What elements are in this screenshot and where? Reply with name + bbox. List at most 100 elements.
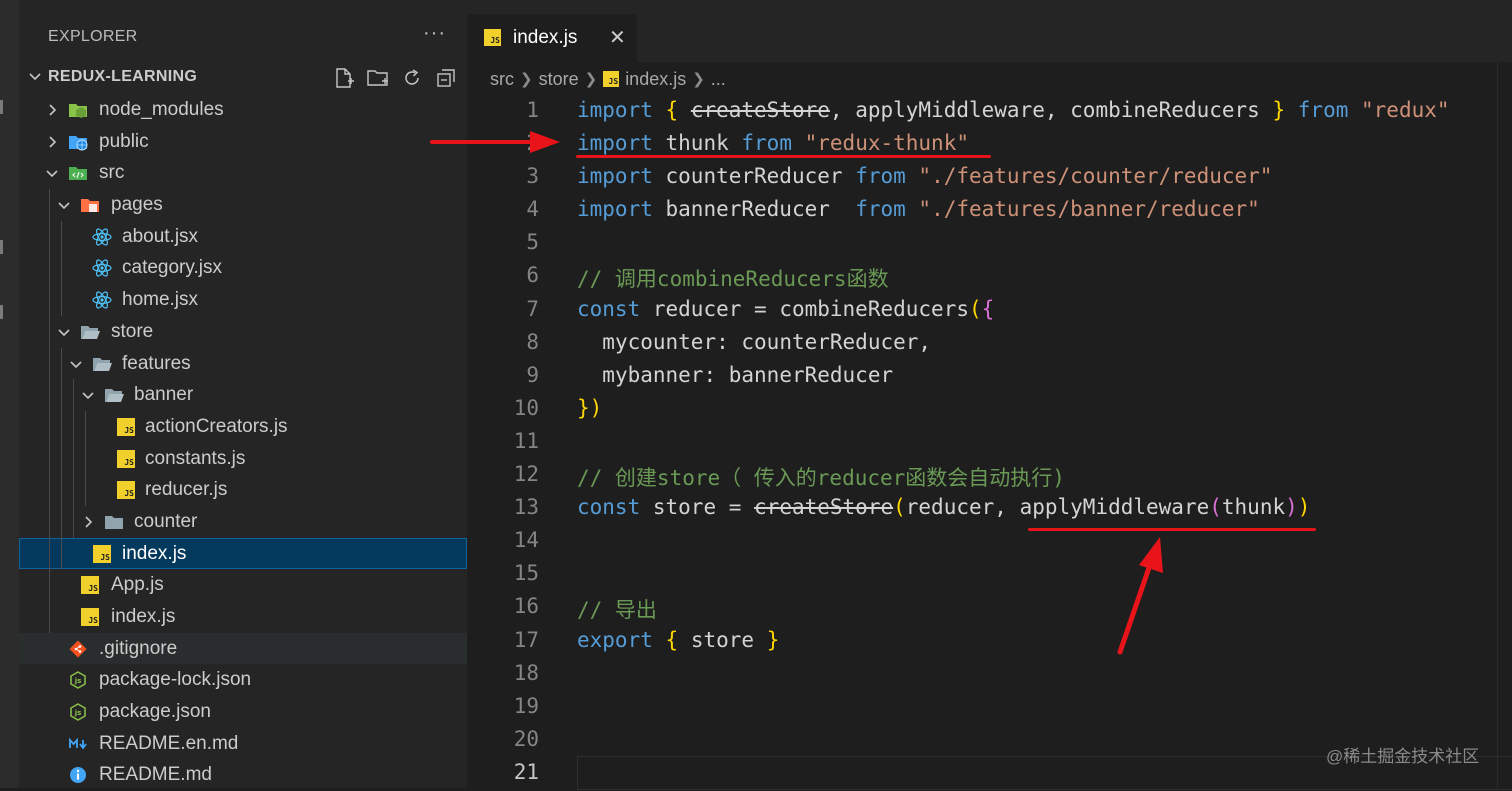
nodejs-icon: js: [69, 703, 87, 721]
tree-item-pages[interactable]: pages: [19, 189, 467, 221]
tree-item-package-lock-json[interactable]: js package-lock.json: [19, 664, 467, 696]
tree-item-package-json[interactable]: js package.json: [19, 696, 467, 728]
new-file-icon[interactable]: [331, 66, 357, 90]
tree-item-label: .gitignore: [99, 637, 178, 659]
code-line[interactable]: 7 const reducer = combineReducers({: [467, 293, 1512, 326]
tree-item-reducer-js[interactable]: JS reducer.js: [19, 474, 467, 506]
indent-guide: [61, 442, 62, 475]
react-icon: [92, 259, 112, 278]
tree-item-node-modules[interactable]: node_modules: [19, 94, 467, 126]
js-icon: JS: [117, 417, 135, 436]
tree-item-label: pages: [111, 194, 163, 216]
line-number: 9: [526, 362, 539, 387]
code-line[interactable]: 6 // 调用combineReducers函数: [467, 259, 1512, 292]
code-line[interactable]: 9 mybanner: bannerReducer: [467, 359, 1512, 392]
tree-item-about-jsx[interactable]: about.jsx: [19, 220, 467, 253]
tree-item-label: App.js: [111, 574, 164, 596]
more-actions-icon[interactable]: ···: [423, 22, 446, 45]
code-line[interactable]: 5: [467, 226, 1512, 259]
tree-item-src[interactable]: src: [19, 157, 467, 189]
tree-item-store[interactable]: store: [19, 315, 467, 348]
editor-scrollbar[interactable]: [1497, 62, 1512, 788]
code-line[interactable]: 11: [467, 425, 1512, 458]
explorer-sidebar: EXPLORER ··· REDUX-LEARNING node_modules…: [19, 0, 467, 788]
indent-guide: [61, 505, 62, 538]
tree-item-app-js[interactable]: JS App.js: [19, 569, 467, 601]
indent-guide: [61, 474, 62, 506]
code-line[interactable]: 13 const store = createStore(reducer, app…: [467, 491, 1512, 524]
code-text: import bannerReducer from "./features/ba…: [577, 197, 1260, 222]
code-text: mybanner: bannerReducer: [602, 362, 894, 387]
breadcrumb-item[interactable]: store: [539, 69, 579, 90]
code-line[interactable]: 3 import counterReducer from "./features/…: [467, 160, 1512, 193]
line-number: 3: [526, 164, 539, 189]
indent-guide: [49, 505, 50, 538]
tree-item-category-jsx[interactable]: category.jsx: [19, 252, 467, 285]
code-line[interactable]: 1 import { createStore, applyMiddleware, …: [467, 94, 1512, 127]
close-icon[interactable]: ✕: [609, 25, 626, 50]
chevron-right-icon: ❯: [692, 71, 705, 88]
new-folder-icon[interactable]: [365, 66, 391, 90]
line-number: 10: [513, 395, 539, 420]
tree-item-gitignore[interactable]: .gitignore: [19, 632, 467, 665]
breadcrumb-item[interactable]: src: [490, 69, 514, 90]
code-line[interactable]: 17 export { store }: [467, 624, 1512, 657]
tree-item-public[interactable]: public: [19, 126, 467, 158]
code-line[interactable]: 8 mycounter: counterReducer,: [467, 326, 1512, 359]
chevron-down-icon: [68, 356, 84, 372]
tree-item-counter[interactable]: counter: [19, 505, 467, 538]
code-line[interactable]: 10}): [467, 392, 1512, 425]
code-line[interactable]: 12 // 创建store（ 传入的reducer函数会自动执行): [467, 458, 1512, 491]
chevron-down-icon: [27, 69, 43, 90]
js-icon: JS: [117, 449, 135, 468]
indent-guide: [49, 315, 50, 348]
indent-guide: [49, 347, 50, 380]
tree-item-readme-en-md[interactable]: README.en.md: [19, 728, 467, 760]
tree-item-banner[interactable]: banner: [19, 379, 467, 411]
code-text: import counterReducer from "./features/c…: [577, 164, 1273, 189]
code-editor[interactable]: 1 import { createStore, applyMiddleware, …: [467, 94, 1512, 790]
breadcrumb-item[interactable]: index.js: [625, 69, 686, 90]
project-header[interactable]: REDUX-LEARNING: [19, 62, 467, 94]
annotation-underline: [1028, 528, 1316, 531]
tab-index-js[interactable]: JS index.js ✕: [467, 14, 637, 62]
watermark: @稀土掘金技术社区: [1326, 747, 1480, 766]
project-name: REDUX-LEARNING: [48, 68, 198, 85]
indent-guide: [49, 410, 50, 443]
indent-guide: [49, 474, 50, 506]
folder-open-icon: [104, 386, 124, 404]
code-line[interactable]: 19: [467, 690, 1512, 723]
tree-item-constants-js[interactable]: JS constants.js: [19, 442, 467, 475]
indent-guide: [49, 252, 50, 285]
indent-guide: [73, 410, 74, 443]
chevron-right-icon: [44, 134, 60, 150]
tree-item-readme-md[interactable]: README.md: [19, 759, 467, 791]
tree-item-label: reducer.js: [145, 479, 228, 501]
line-number: 4: [526, 197, 539, 222]
tree-item-label: category.jsx: [122, 257, 222, 279]
tree-item-home-jsx[interactable]: home.jsx: [19, 284, 467, 316]
line-number: 11: [513, 428, 539, 453]
code-text: const reducer = combineReducers({: [577, 296, 995, 321]
tab-label: index.js: [513, 27, 578, 48]
breadcrumb-item[interactable]: ...: [711, 69, 726, 90]
code-line[interactable]: 14: [467, 524, 1512, 557]
tree-item-actioncreators-js[interactable]: JS actionCreators.js: [19, 410, 467, 443]
tree-item-label: constants.js: [145, 447, 246, 469]
indent-guide: [73, 474, 74, 506]
line-number: 14: [513, 528, 539, 553]
code-line[interactable]: 15: [467, 557, 1512, 590]
indent-guide: [49, 537, 50, 570]
code-line[interactable]: 4 import bannerReducer from "./features/b…: [467, 193, 1512, 226]
code-line[interactable]: 16 // 导出: [467, 590, 1512, 623]
refresh-icon[interactable]: [399, 66, 425, 90]
tree-item-features[interactable]: features: [19, 347, 467, 380]
indent-guide: [73, 379, 74, 411]
tree-item-store-index-js[interactable]: JS index.js: [19, 537, 467, 570]
code-line[interactable]: 18: [467, 657, 1512, 690]
line-number: 5: [526, 230, 539, 255]
collapse-all-icon[interactable]: [433, 66, 459, 90]
public-folder-icon: [68, 133, 88, 151]
code-text: // 调用combineReducers函数: [577, 267, 889, 292]
tree-item-src-index-js[interactable]: JS index.js: [19, 601, 467, 633]
